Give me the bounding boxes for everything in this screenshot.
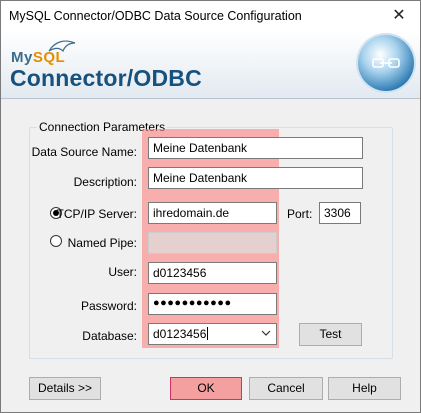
close-button[interactable]: ✕ (378, 1, 420, 31)
window-title: MySQL Connector/ODBC Data Source Configu… (9, 9, 302, 23)
named-pipe-label: Named Pipe: (67, 236, 137, 250)
mysql-logo: MySQL (11, 49, 66, 66)
password-label: Password: (80, 299, 137, 313)
chevron-down-icon (261, 330, 271, 336)
connector-orb-icon (358, 35, 414, 91)
description-label: Description: (73, 175, 137, 189)
port-input[interactable]: 3306 (319, 202, 361, 224)
user-label: User: (108, 265, 137, 279)
cancel-button[interactable]: Cancel (249, 377, 323, 400)
title-bar: MySQL Connector/ODBC Data Source Configu… (1, 1, 420, 31)
dialog-window: MySQL Connector/ODBC Data Source Configu… (0, 0, 421, 413)
tcp-ip-label: TCP/IP Server: (56, 207, 137, 221)
database-value: d0123456 (153, 327, 207, 341)
help-button[interactable]: Help (328, 377, 401, 400)
dsn-label: Data Source Name: (31, 145, 137, 159)
ok-button[interactable]: OK (170, 377, 242, 400)
test-button[interactable]: Test (299, 323, 362, 346)
password-input[interactable]: ●●●●●●●●●●● (148, 293, 277, 315)
product-name: Connector/ODBC (10, 65, 202, 91)
banner: MySQL Connector/ODBC (1, 31, 420, 99)
database-select[interactable]: d0123456 (148, 323, 277, 345)
database-label: Database: (82, 329, 137, 343)
dsn-input[interactable]: Meine Datenbank (148, 137, 363, 159)
description-input[interactable]: Meine Datenbank (148, 167, 363, 189)
named-pipe-input[interactable] (148, 232, 277, 254)
details-button[interactable]: Details >> (29, 377, 101, 400)
text-caret (207, 327, 209, 340)
port-label: Port: (287, 207, 313, 221)
user-input[interactable]: d0123456 (148, 262, 277, 284)
tcp-ip-server-input[interactable]: ihredomain.de (148, 202, 277, 224)
